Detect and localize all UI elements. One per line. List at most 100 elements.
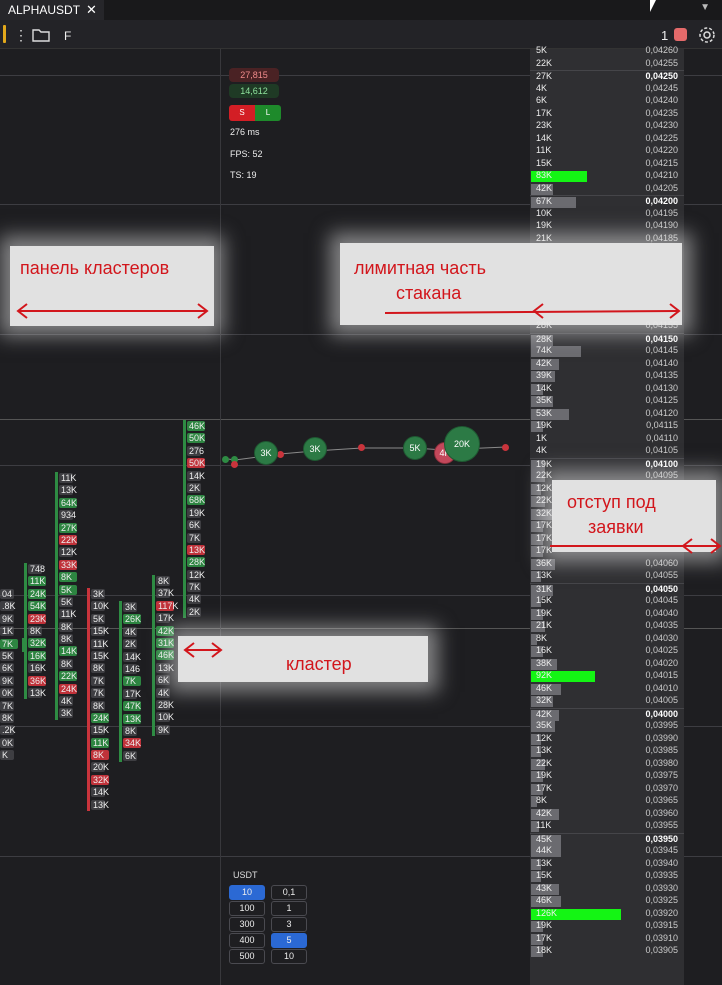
order-book-row[interactable]: 32K 0,04005 xyxy=(530,695,684,707)
order-book-row[interactable]: 46K 0,04010 xyxy=(530,683,684,695)
order-quantity: 15K xyxy=(536,157,553,168)
order-book-row[interactable]: 23K 0,04230 xyxy=(530,120,684,132)
order-book-row[interactable]: 28K 0,04150 xyxy=(530,332,684,346)
order-price: 0,04120 xyxy=(645,407,678,418)
lot-size-button[interactable]: 1 xyxy=(271,901,307,916)
order-book-row[interactable]: 21K 0,04035 xyxy=(530,620,684,632)
order-book-row[interactable]: 46K 0,03925 xyxy=(530,895,684,907)
order-book-row[interactable]: 42K 0,04140 xyxy=(530,358,684,370)
order-book-row[interactable]: 126K 0,03920 xyxy=(530,908,684,920)
order-book-row[interactable]: 19K 0,04190 xyxy=(530,220,684,232)
gear-icon[interactable] xyxy=(697,25,717,45)
annotation-limit-part-1: лимитная часть xyxy=(354,258,486,278)
order-book-row[interactable]: 14K 0,04225 xyxy=(530,133,684,145)
order-quantity: 42K xyxy=(536,708,553,719)
order-price: 0,04140 xyxy=(645,357,678,368)
order-book-row[interactable]: 39K 0,04135 xyxy=(530,370,684,382)
order-quantity: 74K xyxy=(536,345,553,355)
order-book-row[interactable]: 74K 0,04145 xyxy=(530,345,684,357)
chevron-down-icon[interactable]: ▼ xyxy=(700,2,710,13)
order-book-row[interactable]: 17K 0,03970 xyxy=(530,783,684,795)
order-book-row[interactable]: 19K 0,04040 xyxy=(530,608,684,620)
order-quantity: 92K xyxy=(536,670,553,680)
lot-size-button[interactable]: 500 xyxy=(229,949,265,964)
order-book-row[interactable]: 10K 0,04195 xyxy=(530,208,684,220)
order-quantity: 5K xyxy=(536,45,548,55)
order-book-row[interactable]: 15K 0,04215 xyxy=(530,158,684,170)
trade-bubble[interactable]: 20K xyxy=(444,426,480,462)
order-book-row[interactable]: 8K 0,03965 xyxy=(530,795,684,807)
order-book-row[interactable]: 44K 0,03945 xyxy=(530,845,684,857)
order-book-row[interactable]: 43K 0,03930 xyxy=(530,883,684,895)
order-book-row[interactable]: 13K 0,04055 xyxy=(530,570,684,582)
order-quantity: 4K xyxy=(536,82,548,93)
order-price: 0,03925 xyxy=(645,895,678,905)
order-book-row[interactable]: 45K 0,03950 xyxy=(530,832,684,846)
lot-size-button[interactable]: 300 xyxy=(229,917,265,932)
order-book-row[interactable]: 53K 0,04120 xyxy=(530,408,684,420)
order-book-row[interactable]: 92K 0,04015 xyxy=(530,670,684,682)
order-book-row[interactable]: 15K 0,03935 xyxy=(530,870,684,882)
lot-size-button[interactable]: 0,1 xyxy=(271,885,307,900)
lot-size-button[interactable]: 10 xyxy=(229,885,265,900)
order-book-row[interactable]: 15K 0,04045 xyxy=(530,595,684,607)
order-book-row[interactable]: 17K 0,04235 xyxy=(530,108,684,120)
order-book-row[interactable]: 42K 0,04205 xyxy=(530,183,684,195)
order-price: 0,03905 xyxy=(645,945,678,955)
order-book-row[interactable]: 1K 0,04110 xyxy=(530,433,684,445)
order-book-row[interactable]: 4K 0,04245 xyxy=(530,83,684,95)
order-book-row[interactable]: 35K 0,03995 xyxy=(530,720,684,732)
trade-dot xyxy=(277,451,284,458)
order-book-row[interactable]: 19K 0,04100 xyxy=(530,457,684,471)
order-book-row[interactable]: 4K 0,04105 xyxy=(530,445,684,457)
lot-size-button[interactable]: 3 xyxy=(271,917,307,932)
order-book-row[interactable]: 31K 0,04050 xyxy=(530,582,684,596)
order-book-row[interactable]: 11K 0,03955 xyxy=(530,820,684,832)
order-quantity: 53K xyxy=(536,407,553,418)
order-quantity: 39K xyxy=(536,370,553,380)
order-book-row[interactable]: 35K 0,04125 xyxy=(530,395,684,407)
order-price: 0,04105 xyxy=(645,445,678,455)
order-book-row[interactable]: 8K 0,04030 xyxy=(530,633,684,645)
trade-bubble[interactable]: 3K xyxy=(254,441,278,465)
currency-label: USDT xyxy=(233,870,258,880)
order-book-row[interactable]: 38K 0,04020 xyxy=(530,658,684,670)
order-book-row[interactable]: 83K 0,04210 xyxy=(530,170,684,182)
lot-size-button[interactable]: 5 xyxy=(271,933,307,948)
alert-badge[interactable] xyxy=(674,28,687,41)
order-book-row[interactable]: 5K 0,04260 xyxy=(530,45,684,57)
order-book-row[interactable]: 36K 0,04060 xyxy=(530,558,684,570)
order-book-row[interactable]: 22K 0,04255 xyxy=(530,58,684,70)
order-book-row[interactable]: 12K 0,03990 xyxy=(530,733,684,745)
order-book-row[interactable]: 17K 0,03910 xyxy=(530,933,684,945)
order-price: 0,03930 xyxy=(645,882,678,893)
order-book-row[interactable]: 27K 0,04250 xyxy=(530,70,684,83)
lot-size-button[interactable]: 10 xyxy=(271,949,307,964)
order-quantity: 42K xyxy=(536,807,553,818)
order-book-row[interactable]: 11K 0,04220 xyxy=(530,145,684,157)
order-quantity: 22K xyxy=(536,495,553,505)
order-book-row[interactable]: 19K 0,03975 xyxy=(530,770,684,782)
trade-bubble[interactable]: 5K xyxy=(403,436,427,460)
trade-bubble[interactable]: 3K xyxy=(303,437,327,461)
order-book-row[interactable]: 19K 0,03915 xyxy=(530,920,684,932)
order-book-row[interactable]: 19K 0,04115 xyxy=(530,420,684,432)
order-book-row[interactable]: 16K 0,04025 xyxy=(530,645,684,657)
order-book-row[interactable]: 14K 0,04130 xyxy=(530,383,684,395)
order-book-row[interactable]: 42K 0,03960 xyxy=(530,808,684,820)
order-book-row[interactable]: 67K 0,04200 xyxy=(530,195,684,208)
order-book-row[interactable]: 6K 0,04240 xyxy=(530,95,684,107)
order-book-row[interactable]: 18K 0,03905 xyxy=(530,945,684,957)
lot-size-button[interactable]: 100 xyxy=(229,901,265,916)
order-quantity: 17K xyxy=(536,520,553,530)
order-book-row[interactable]: 42K 0,04000 xyxy=(530,707,684,721)
order-price: 0,04240 xyxy=(645,95,678,105)
order-book-row[interactable]: 13K 0,03940 xyxy=(530,858,684,870)
lot-size-button[interactable]: 400 xyxy=(229,933,265,948)
order-quantity: 17K xyxy=(536,932,553,943)
order-quantity: 19K xyxy=(536,420,553,430)
order-price: 0,04185 xyxy=(645,232,678,243)
order-book-row[interactable]: 22K 0,03980 xyxy=(530,758,684,770)
order-price: 0,04010 xyxy=(645,682,678,693)
order-book-row[interactable]: 13K 0,03985 xyxy=(530,745,684,757)
